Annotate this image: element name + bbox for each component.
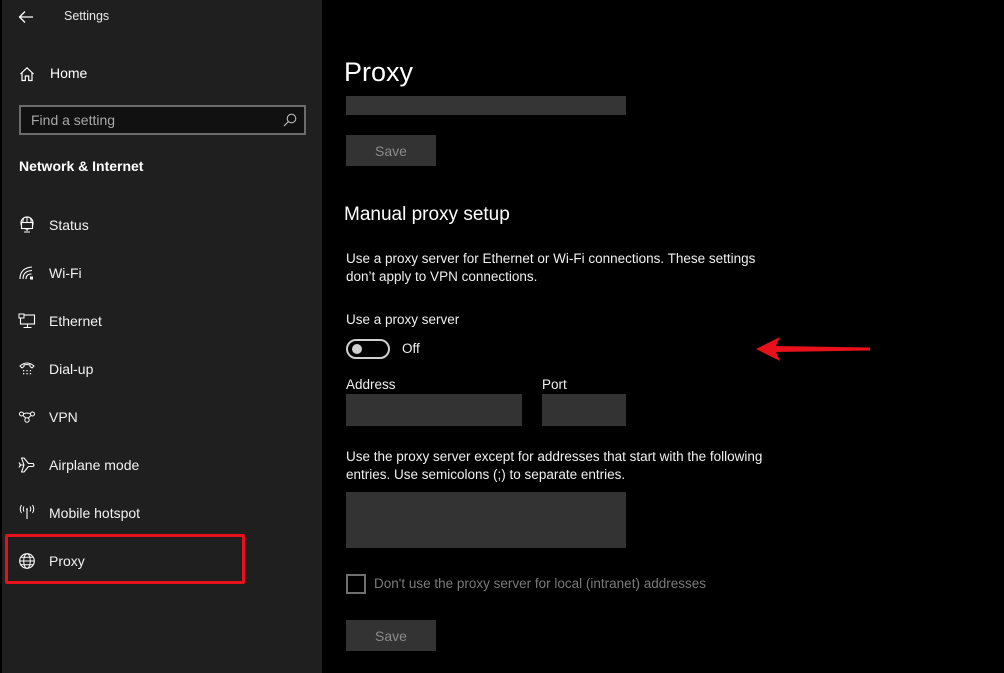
vpn-icon (18, 408, 36, 426)
sidebar-item-status[interactable]: Status (2, 201, 320, 249)
local-bypass-label: Don't use the proxy server for local (in… (374, 576, 706, 591)
save-button[interactable]: Save (346, 135, 436, 166)
manual-proxy-setup-heading: Manual proxy setup (344, 204, 510, 225)
sidebar-item-label: VPN (49, 409, 78, 425)
sidebar-item-label: Airplane mode (49, 457, 140, 473)
sidebar-item-dial-up[interactable]: Dial-up (2, 345, 320, 393)
sidebar-item-label: Home (50, 65, 88, 81)
port-label: Port (542, 377, 567, 392)
globe-monitor-icon (18, 216, 36, 234)
script-address-field[interactable] (346, 96, 626, 115)
search-icon[interactable] (282, 112, 298, 128)
app-title: Settings (64, 9, 110, 23)
address-input[interactable] (346, 394, 522, 426)
sidebar-item-label: Dial-up (49, 361, 94, 377)
arrow-left-icon (18, 11, 33, 23)
save-button-2[interactable]: Save (346, 620, 436, 651)
sidebar-item-label: Mobile hotspot (49, 505, 141, 521)
globe-icon (18, 552, 36, 570)
search-input[interactable] (21, 107, 304, 133)
port-input[interactable] (542, 394, 626, 426)
home-icon (20, 66, 34, 82)
sidebar-item-wifi[interactable]: Wi-Fi (2, 249, 320, 297)
toggle-state-label: Off (402, 341, 420, 356)
sidebar-item-label: Ethernet (49, 313, 102, 329)
sidebar-item-home[interactable]: Home (2, 60, 322, 88)
wifi-icon (18, 264, 36, 282)
page-title: Proxy (344, 57, 414, 87)
sidebar-item-vpn[interactable]: VPN (2, 393, 320, 441)
exceptions-description: Use the proxy server except for addresse… (346, 449, 763, 482)
hotspot-icon (18, 504, 36, 522)
ethernet-icon (18, 312, 36, 330)
use-proxy-label: Use a proxy server (346, 312, 460, 327)
main-content: Proxy Save Manual proxy setup Use a prox… (322, 0, 1004, 673)
phone-icon (18, 360, 36, 378)
use-proxy-toggle[interactable] (346, 339, 390, 359)
sidebar-item-proxy[interactable]: Proxy (2, 537, 320, 585)
sidebar-item-ethernet[interactable]: Ethernet (2, 297, 320, 345)
airplane-icon (18, 456, 36, 474)
sidebar: Settings Home Network & Internet Status (2, 0, 322, 673)
sidebar-item-airplane-mode[interactable]: Airplane mode (2, 441, 320, 489)
sidebar-item-label: Wi-Fi (49, 265, 82, 281)
section-title: Network & Internet (19, 158, 144, 174)
manual-proxy-description: Use a proxy server for Ethernet or Wi-Fi… (346, 251, 756, 284)
toggle-knob (352, 344, 362, 354)
back-button[interactable] (16, 8, 36, 26)
address-label: Address (346, 377, 396, 392)
title-bar: Settings (2, 0, 322, 34)
sidebar-item-mobile-hotspot[interactable]: Mobile hotspot (2, 489, 320, 537)
sidebar-item-label: Proxy (49, 553, 85, 569)
exceptions-input[interactable] (346, 492, 626, 548)
annotation-arrow-icon (756, 337, 870, 361)
search-box[interactable] (19, 105, 306, 135)
sidebar-item-label: Status (49, 217, 89, 233)
local-bypass-checkbox[interactable] (346, 574, 366, 594)
